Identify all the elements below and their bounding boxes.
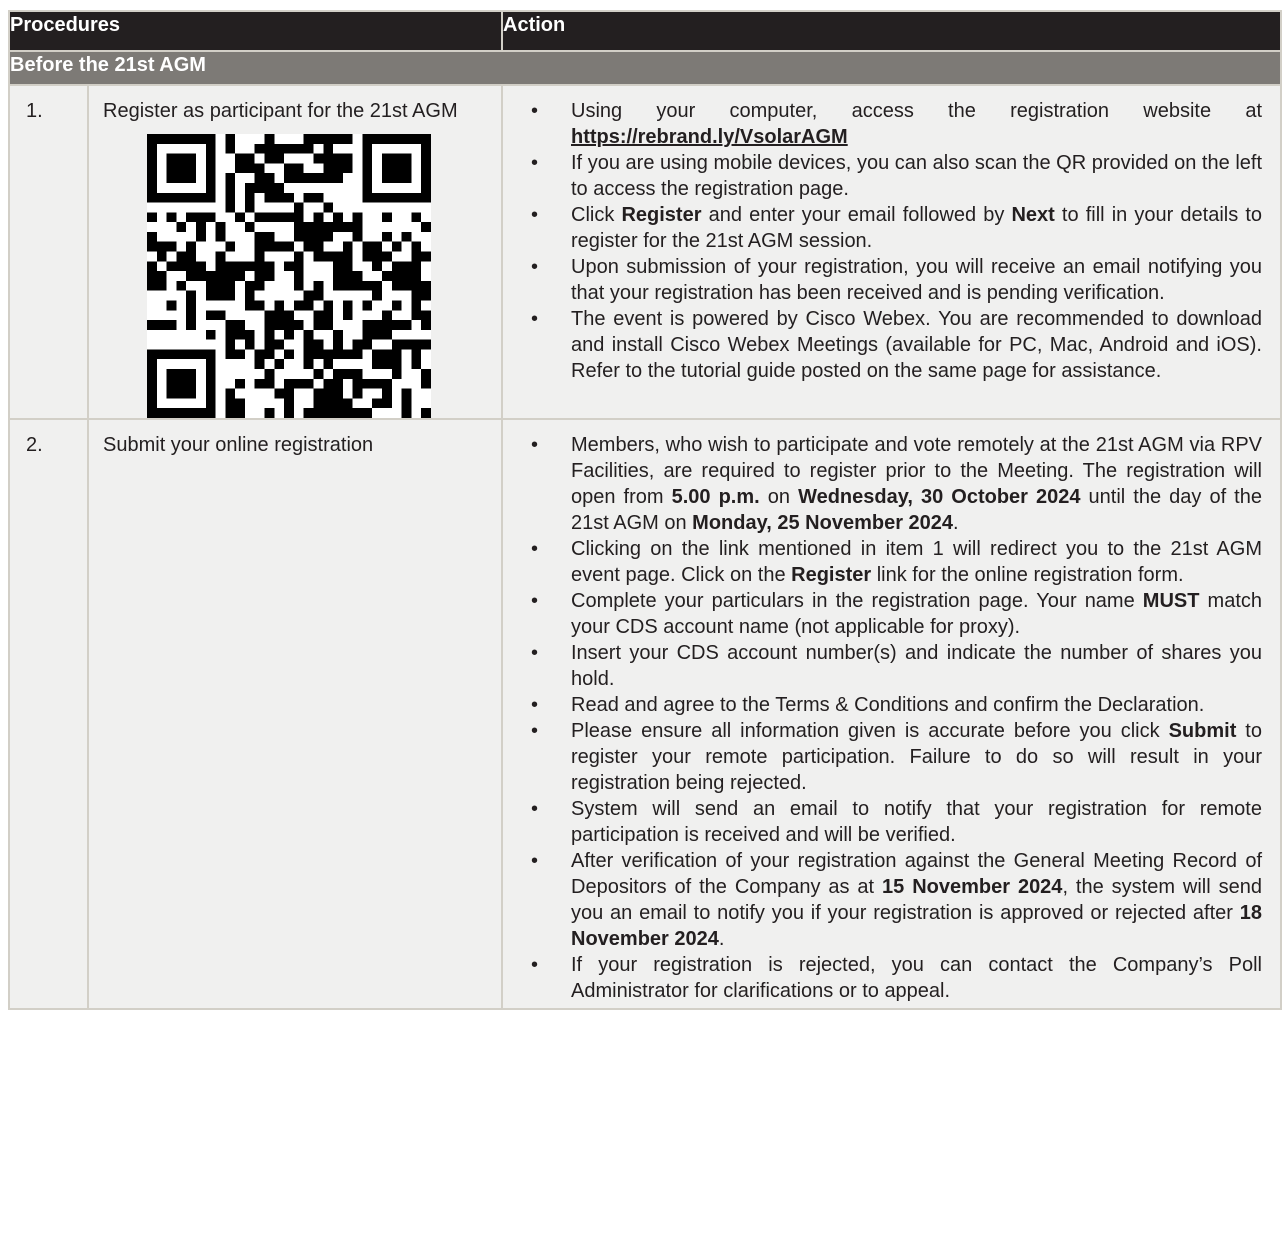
procedure-cell: Submit your online registration (87, 418, 503, 1010)
list-item: • Please ensure all information given is … (531, 720, 1262, 794)
action-list: • Members, who wish to participate and vo… (515, 432, 1262, 1004)
procedures-table: Procedures Action Before the 21st AGM 1.… (8, 10, 1282, 1010)
header-procedures: Procedures (8, 10, 503, 52)
procedure-text: Submit your online registration (103, 434, 374, 456)
list-item: • Upon submission of your registration, y… (531, 256, 1262, 304)
registration-link[interactable]: https://rebrand.ly/VsolarAGM (571, 126, 848, 148)
step-number: 2. (8, 418, 89, 1010)
action-cell: • Using your computer, access the registr… (501, 84, 1282, 420)
list-item: • Members, who wish to participate and vo… (531, 434, 1262, 534)
table-header-row: Procedures Action (8, 10, 1282, 52)
list-item: • Clicking on the link mentioned in item … (531, 538, 1262, 586)
table-row: 2. Submit your online registration • Memb… (8, 418, 1282, 1010)
action-list: • Using your computer, access the registr… (515, 98, 1262, 384)
list-item: • After verification of your registration… (531, 850, 1262, 950)
document-page: Procedures Action Before the 21st AGM 1.… (0, 0, 1288, 1239)
list-item: • Using your computer, access the registr… (531, 100, 1262, 148)
list-item: • The event is powered by Cisco Webex. Yo… (531, 308, 1262, 382)
procedure-cell: Register as participant for the 21st AGM (87, 84, 503, 420)
qr-code-icon[interactable] (147, 134, 431, 418)
list-item: • Read and agree to the Terms & Condition… (531, 694, 1205, 716)
table-row: 1. Register as participant for the 21st … (8, 84, 1282, 420)
list-item: • Click Register and enter your email fol… (531, 204, 1263, 252)
step-number: 1. (8, 84, 89, 420)
list-item: • System will send an email to notify tha… (531, 798, 1262, 846)
list-item: • Insert your CDS account number(s) and i… (531, 642, 1262, 690)
procedure-text: Register as participant for the 21st AGM (103, 100, 458, 122)
list-item: • Complete your particulars in the regist… (531, 590, 1262, 638)
action-cell: • Members, who wish to participate and vo… (501, 418, 1282, 1010)
list-item: • If you are using mobile devices, you ca… (531, 152, 1262, 200)
section-row: Before the 21st AGM (8, 50, 1282, 86)
list-item: • If your registration is rejected, you c… (531, 954, 1262, 1002)
section-title: Before the 21st AGM (8, 50, 1282, 86)
header-action: Action (501, 10, 1282, 52)
